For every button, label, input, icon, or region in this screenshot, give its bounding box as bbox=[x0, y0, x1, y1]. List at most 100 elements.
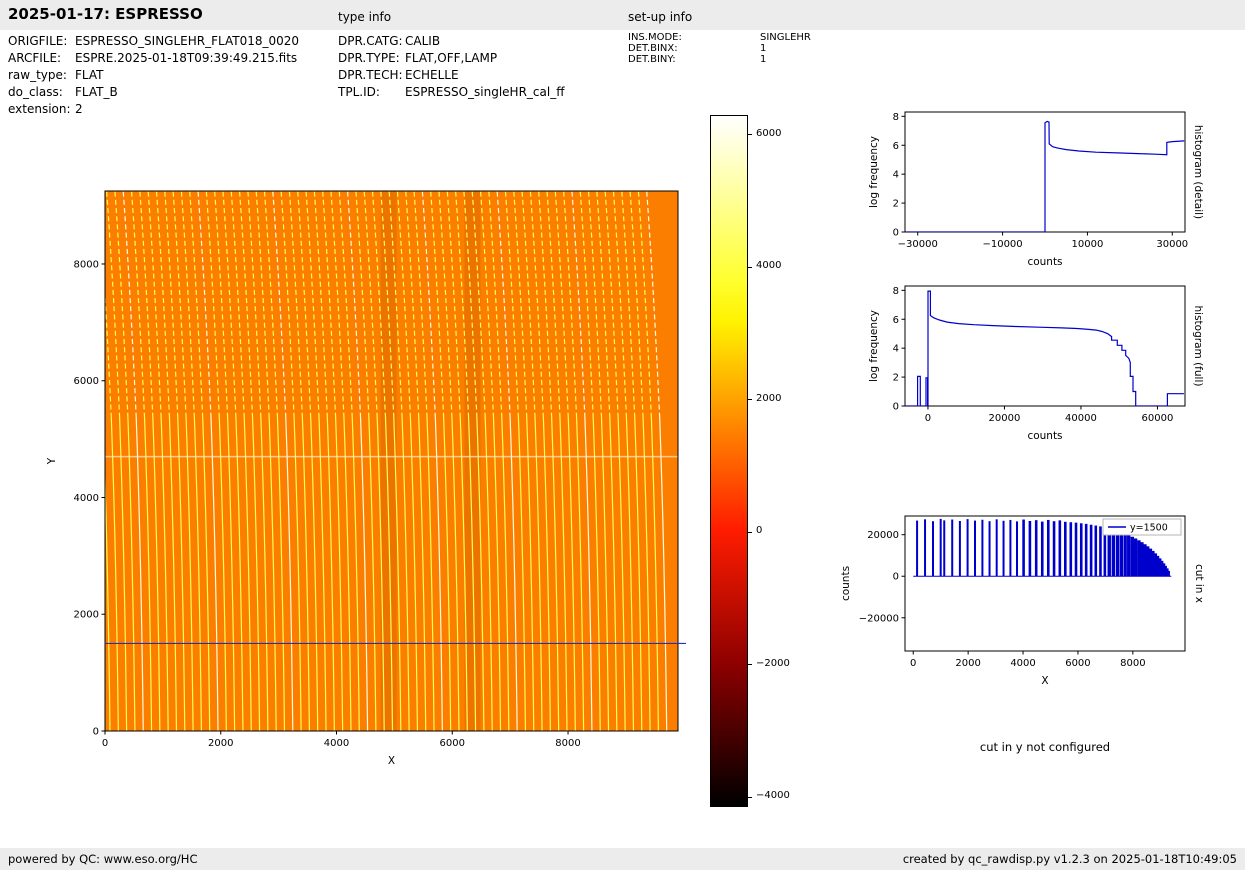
x-tick-label: 8000 bbox=[555, 738, 580, 749]
y-tick-label: 0 bbox=[893, 572, 899, 583]
y-axis-label: log frequency bbox=[868, 136, 880, 208]
colorbar-tick bbox=[748, 664, 752, 666]
file-info-list: ORIGFILE: ESPRESSO_SINGLEHR_FLAT018_0020 A… bbox=[8, 33, 299, 118]
colorbar: 6000 4000 2000 0 −2000 −4000 bbox=[705, 110, 815, 816]
meta-key: ARCFILE: bbox=[8, 51, 62, 65]
y-tick-label: 2 bbox=[893, 373, 899, 384]
y-axis-label: Y bbox=[46, 457, 58, 465]
y-tick-label: 6 bbox=[893, 315, 899, 326]
meta-key: DET.BINX: bbox=[628, 43, 678, 54]
y-tick-label: 2000 bbox=[74, 610, 99, 621]
meta-key: raw_type: bbox=[8, 68, 67, 82]
colorbar-tick-label: 4000 bbox=[756, 260, 782, 272]
meta-value: 1 bbox=[760, 54, 767, 65]
meta-row: TPL.ID: ESPRESSO_singleHR_cal_ff bbox=[338, 84, 564, 101]
meta-key: DPR.TYPE: bbox=[338, 51, 400, 65]
meta-value: ESPRESSO_SINGLEHR_FLAT018_0020 bbox=[75, 34, 300, 48]
colorbar-tick bbox=[748, 266, 752, 268]
y-tick-label: 4000 bbox=[74, 493, 99, 504]
meta-row: DET.BINX: 1 bbox=[628, 43, 811, 54]
footer-created-by: created by qc_rawdisp.py v1.2.3 on 2025-… bbox=[902, 852, 1237, 866]
y-tick-label: 4 bbox=[893, 170, 899, 181]
meta-key: DPR.CATG: bbox=[338, 34, 403, 48]
raw-image-plot: 0 2000 4000 6000 8000 0 2000 4000 6000 8000 X Y bbox=[46, 190, 686, 767]
x-tick-label: −10000 bbox=[982, 239, 1022, 250]
y-tick-label: −20000 bbox=[859, 613, 899, 624]
x-tick-label: 6000 bbox=[1065, 658, 1090, 669]
side-label: cut in x bbox=[1193, 564, 1205, 603]
colorbar-tick bbox=[748, 796, 752, 798]
x-tick-label: 2000 bbox=[955, 658, 980, 669]
page-title: 2025-01-17: ESPRESSO bbox=[8, 5, 203, 23]
x-tick-label: 0 bbox=[102, 738, 108, 749]
x-axis-label: X bbox=[388, 755, 395, 767]
y-tick-label: 6 bbox=[893, 141, 899, 152]
colorbar-tick-label: 6000 bbox=[756, 127, 782, 139]
meta-row: extension: 2 bbox=[8, 101, 299, 118]
meta-value: SINGLEHR bbox=[760, 32, 811, 43]
y-tick-label: 0 bbox=[893, 228, 899, 239]
meta-row: DET.BINY: 1 bbox=[628, 54, 811, 65]
colorbar-tick-label: −2000 bbox=[756, 657, 790, 669]
colorbar-tick-label: 2000 bbox=[756, 392, 782, 404]
meta-value: ECHELLE bbox=[405, 68, 459, 82]
footer-qc-link[interactable]: powered by QC: www.eso.org/HC bbox=[8, 852, 197, 866]
meta-value: 2 bbox=[75, 102, 83, 116]
colorbar-tick bbox=[748, 531, 752, 533]
y-axis-label: counts bbox=[840, 566, 852, 601]
cut-in-x-plot: 0 2000 4000 6000 8000 −20000 0 20000 y=1500 Xcoun… bbox=[840, 515, 1205, 687]
meta-row: raw_type: FLAT bbox=[8, 67, 299, 84]
legend-label: y=1500 bbox=[1130, 523, 1168, 534]
x-axis-label: X bbox=[1041, 675, 1048, 687]
y-tick-label: 2 bbox=[893, 199, 899, 210]
meta-row: DPR.CATG: CALIB bbox=[338, 33, 564, 50]
colorbar-tick-label: 0 bbox=[756, 525, 763, 537]
meta-key: INS.MODE: bbox=[628, 32, 682, 43]
meta-key: do_class: bbox=[8, 85, 63, 99]
y-tick-label: 8 bbox=[893, 286, 899, 297]
x-tick-label: 10000 bbox=[1072, 239, 1104, 250]
x-tick-label: 30000 bbox=[1156, 239, 1188, 250]
x-tick-label: 8000 bbox=[1120, 658, 1145, 669]
setup-info-list: INS.MODE: SINGLEHR DET.BINX: 1 DET.BINY: 1 bbox=[628, 32, 811, 65]
meta-row: INS.MODE: SINGLEHR bbox=[628, 32, 811, 43]
meta-key: extension: bbox=[8, 102, 71, 116]
x-tick-label: 20000 bbox=[989, 413, 1021, 424]
colorbar-tick bbox=[748, 399, 752, 401]
x-tick-label: 2000 bbox=[208, 738, 233, 749]
legend: y=1500 bbox=[1102, 518, 1182, 536]
meta-key: TPL.ID: bbox=[338, 85, 380, 99]
x-axis-label: counts bbox=[1027, 430, 1062, 442]
meta-row: DPR.TECH: ECHELLE bbox=[338, 67, 564, 84]
colorbar-tick-label: −4000 bbox=[756, 790, 790, 802]
x-tick-label: 60000 bbox=[1142, 413, 1174, 424]
colorbar-gradient bbox=[710, 115, 748, 807]
meta-key: DPR.TECH: bbox=[338, 68, 403, 82]
x-tick-label: 0 bbox=[925, 413, 931, 424]
y-tick-label: 6000 bbox=[74, 376, 99, 387]
histogram-full-plot: 0 20000 40000 60000 0 2 4 6 8 counts log frequency… bbox=[868, 285, 1204, 442]
y-tick-label: 4 bbox=[893, 344, 899, 355]
y-tick-label: 20000 bbox=[867, 530, 899, 541]
meta-row: do_class: FLAT_B bbox=[8, 84, 299, 101]
side-label: histogram (detail) bbox=[1192, 125, 1204, 219]
y-tick-label: 0 bbox=[893, 402, 899, 413]
x-tick-label: 4000 bbox=[1010, 658, 1035, 669]
meta-value: FLAT bbox=[75, 68, 104, 82]
x-tick-label: 6000 bbox=[440, 738, 465, 749]
header-bar: 2025-01-17: ESPRESSO type info set-up in… bbox=[0, 0, 1245, 30]
y-axis-label: log frequency bbox=[868, 310, 880, 382]
side-label: histogram (full) bbox=[1192, 306, 1204, 387]
meta-value: CALIB bbox=[405, 34, 441, 48]
y-tick-label: 8 bbox=[893, 112, 899, 123]
meta-value: 1 bbox=[760, 43, 767, 54]
cut-in-y-note: cut in y not configured bbox=[979, 740, 1111, 754]
x-tick-label: 4000 bbox=[324, 738, 349, 749]
x-tick-label: 0 bbox=[910, 658, 916, 669]
x-axis-label: counts bbox=[1027, 256, 1062, 268]
y-tick-label: 8000 bbox=[74, 259, 99, 270]
type-info-heading: type info bbox=[338, 10, 392, 24]
meta-key: DET.BINY: bbox=[628, 54, 676, 65]
axes-frame bbox=[904, 515, 1186, 652]
histogram-detail-plot: −30000 −10000 10000 30000 0 2 4 6 8 counts log fre… bbox=[868, 111, 1204, 268]
